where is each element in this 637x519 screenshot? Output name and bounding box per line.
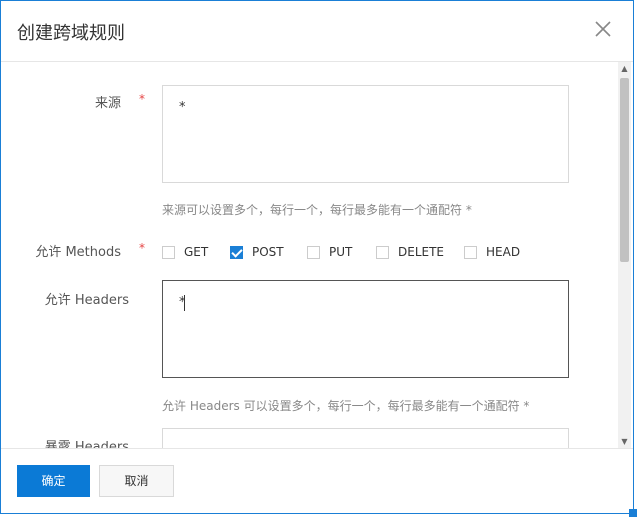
headers-textarea[interactable]: * [162,280,569,378]
checkbox-box[interactable] [307,246,320,259]
create-cors-rule-dialog: 创建跨域规则 来源 * * 来源可以设置多个，每行一个，每行最多能有一个通配符 … [0,0,634,514]
cancel-button[interactable]: 取消 [99,465,174,497]
dialog-title: 创建跨域规则 [17,23,125,44]
checkbox-box-checked[interactable] [230,246,243,259]
dialog-footer: 确定 取消 [1,448,633,513]
method-label-put: PUT [329,245,353,259]
checkbox-box[interactable] [464,246,477,259]
origin-label: 来源 [94,96,121,111]
headers-label: 允许 Headers [44,293,129,308]
method-label-post: POST [252,245,284,259]
origin-textarea[interactable]: * [162,85,569,183]
checkbox-box[interactable] [162,246,175,259]
text-caret [184,295,185,311]
method-label-delete: DELETE [398,245,445,259]
vertical-scrollbar[interactable]: ▲ ▼ [618,62,631,449]
dialog-header: 创建跨域规则 [1,1,633,62]
method-label-get: GET [184,245,209,259]
scroll-up-arrow-icon[interactable]: ▲ [618,62,631,76]
methods-required-mark: * [139,241,145,255]
headers-hint: 允许 Headers 可以设置多个，每行一个，每行最多能有一个通配符 * [162,399,530,413]
origin-required-mark: * [139,92,145,106]
scrollbar-thumb[interactable] [620,78,629,262]
confirm-button[interactable]: 确定 [17,465,90,497]
scroll-down-arrow-icon[interactable]: ▼ [618,435,631,449]
dialog-body: 来源 * * 来源可以设置多个，每行一个，每行最多能有一个通配符 * 允许 Me… [1,62,633,449]
origin-textarea-value: * [179,100,186,115]
close-icon[interactable] [591,17,615,41]
methods-label: 允许 Methods [35,245,121,260]
resize-handle[interactable] [629,509,637,517]
method-label-head: HEAD [486,245,521,259]
checkbox-box[interactable] [376,246,389,259]
origin-hint: 来源可以设置多个，每行一个，每行最多能有一个通配符 * [162,203,472,217]
expose-headers-textarea[interactable] [162,428,569,449]
